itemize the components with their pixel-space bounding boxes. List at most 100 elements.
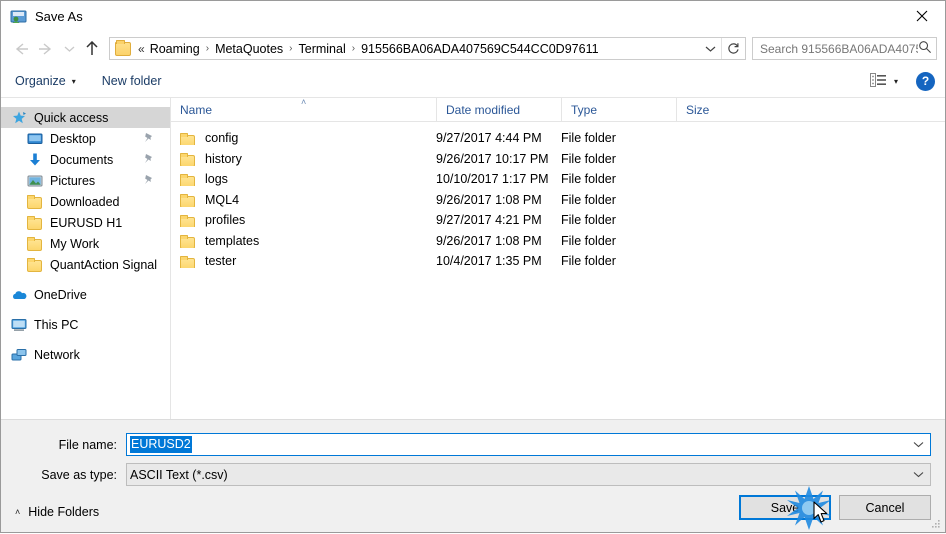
change-view-button[interactable]: ▾ xyxy=(869,72,898,90)
breadcrumb-separator[interactable]: › xyxy=(349,43,358,54)
file-name-label: logs xyxy=(205,172,228,187)
resize-grip[interactable] xyxy=(930,518,942,530)
sidebar-item-label: OneDrive xyxy=(34,287,87,302)
file-name-input[interactable]: EURUSD2 xyxy=(126,433,931,456)
breadcrumb-item-terminal-id[interactable]: 915566BA06ADA407569C544CC0D97611 xyxy=(358,42,601,56)
table-row[interactable]: templates 9/26/2017 1:08 PM File folder xyxy=(171,231,945,252)
file-type-cell: File folder xyxy=(561,131,616,146)
table-row[interactable]: profiles 9/27/2017 4:21 PM File folder xyxy=(171,210,945,231)
quick-access-star-icon xyxy=(11,110,27,126)
sidebar-item-label: Pictures xyxy=(50,173,96,188)
file-list-pane: Name Date modified Type Size ˄ config 9/… xyxy=(171,97,945,419)
save-as-type-label: Save as type: xyxy=(41,467,117,482)
file-type-cell: File folder xyxy=(561,233,616,248)
file-name-cell: history xyxy=(171,152,436,166)
sidebar-item-desktop[interactable]: Desktop xyxy=(1,128,170,149)
navigation-pane: Quick access Desktop Documents Pictures … xyxy=(1,98,171,419)
onedrive-cloud-icon xyxy=(11,287,27,303)
hide-folders-button[interactable]: ˄ Hide Folders xyxy=(15,505,99,519)
organize-label: Organize xyxy=(15,74,66,88)
organize-button[interactable]: Organize ▾ xyxy=(15,74,76,88)
sidebar-item-my-work[interactable]: My Work xyxy=(1,233,170,254)
back-arrow-icon[interactable] xyxy=(7,37,33,61)
save-button[interactable]: Save xyxy=(739,495,831,520)
table-row[interactable]: logs 10/10/2017 1:17 PM File folder xyxy=(171,169,945,190)
forward-arrow-icon[interactable] xyxy=(33,37,59,61)
chevron-down-icon[interactable] xyxy=(913,434,924,455)
file-name-label: tester xyxy=(205,254,237,269)
desktop-icon xyxy=(27,131,43,147)
sidebar-item-network[interactable]: Network xyxy=(1,344,170,365)
folder-icon xyxy=(27,194,43,210)
folder-icon xyxy=(180,193,196,207)
search-input[interactable]: Search 915566BA06ADA40756... xyxy=(760,42,918,56)
table-row[interactable]: history 9/26/2017 10:17 PM File folder xyxy=(171,149,945,170)
breadcrumb-separator[interactable]: › xyxy=(286,43,295,54)
chevron-down-icon[interactable] xyxy=(913,464,924,485)
file-type-cell: File folder xyxy=(561,172,616,187)
file-rows: config 9/27/2017 4:44 PM File folder his… xyxy=(171,122,945,272)
sidebar-item-label: Documents xyxy=(50,152,114,167)
table-row[interactable]: config 9/27/2017 4:44 PM File folder xyxy=(171,128,945,149)
close-button[interactable] xyxy=(899,1,945,31)
breadcrumb-item-metaquotes[interactable]: MetaQuotes xyxy=(212,42,286,56)
file-name-row: File name: EURUSD2 xyxy=(15,432,931,457)
title-bar: Save As xyxy=(1,1,945,32)
sort-ascending-icon: ˄ xyxy=(301,97,307,107)
sidebar-item-quick-access[interactable]: Quick access xyxy=(1,107,170,128)
sidebar-item-this-pc[interactable]: This PC xyxy=(1,314,170,335)
table-row[interactable]: MQL4 9/26/2017 1:08 PM File folder xyxy=(171,190,945,211)
save-as-type-select[interactable]: ASCII Text (*.csv) xyxy=(126,463,931,486)
sidebar-item-downloaded[interactable]: Downloaded xyxy=(1,191,170,212)
chevron-down-icon[interactable] xyxy=(699,38,721,59)
table-row[interactable]: tester 10/4/2017 1:35 PM File folder xyxy=(171,251,945,272)
folder-icon xyxy=(27,215,43,231)
refresh-icon[interactable] xyxy=(721,38,745,59)
address-bar[interactable]: « Roaming › MetaQuotes › Terminal › 9155… xyxy=(109,37,746,60)
file-name-cell: MQL4 xyxy=(171,193,436,207)
sidebar-item-eurusd-h1[interactable]: EURUSD H1 xyxy=(1,212,170,233)
file-name-label: profiles xyxy=(205,213,246,228)
column-header-size[interactable]: Size xyxy=(676,97,756,122)
sidebar-item-label: Network xyxy=(34,347,80,362)
sidebar-item-documents[interactable]: Documents xyxy=(1,149,170,170)
pin-icon[interactable] xyxy=(143,153,154,165)
file-name-label: templates xyxy=(205,233,260,248)
folder-icon xyxy=(180,173,196,187)
up-arrow-icon[interactable] xyxy=(79,37,105,61)
column-headers: Name Date modified Type Size ˄ xyxy=(171,97,945,122)
file-name-cell: logs xyxy=(171,172,436,187)
sidebar-item-label: QuantAction Signal xyxy=(50,257,158,272)
recent-locations-chevron-icon[interactable] xyxy=(59,37,79,61)
pin-icon[interactable] xyxy=(143,174,154,186)
sidebar-item-quantaction-signal[interactable]: QuantAction Signal xyxy=(1,254,170,275)
chevron-up-icon: ˄ xyxy=(15,507,21,517)
address-folder-icon xyxy=(115,39,131,56)
sidebar-item-label: EURUSD H1 xyxy=(50,215,123,230)
sidebar-item-label: This PC xyxy=(34,317,79,332)
breadcrumb-overflow[interactable]: « xyxy=(136,42,147,56)
breadcrumb-item-terminal[interactable]: Terminal xyxy=(296,42,349,56)
cancel-button[interactable]: Cancel xyxy=(839,495,931,520)
folder-icon xyxy=(180,214,196,228)
breadcrumb-separator[interactable]: › xyxy=(203,43,212,54)
view-layout-icon xyxy=(869,72,887,90)
search-icon[interactable] xyxy=(918,40,932,57)
chevron-down-icon: ▾ xyxy=(893,76,898,86)
pin-icon[interactable] xyxy=(143,132,154,144)
help-button[interactable]: ? xyxy=(916,71,935,91)
column-header-type[interactable]: Type xyxy=(561,97,676,122)
column-header-date-modified[interactable]: Date modified xyxy=(436,97,561,122)
sidebar-item-label: My Work xyxy=(50,236,100,251)
file-type-row: Save as type: ASCII Text (*.csv) xyxy=(15,462,931,487)
folder-icon xyxy=(180,255,196,269)
sidebar-item-onedrive[interactable]: OneDrive xyxy=(1,284,170,305)
file-date-cell: 9/27/2017 4:21 PM xyxy=(436,213,542,228)
new-folder-button[interactable]: New folder xyxy=(102,74,162,88)
breadcrumb-item-roaming[interactable]: Roaming xyxy=(147,42,203,56)
sidebar-item-pictures[interactable]: Pictures xyxy=(1,170,170,191)
folder-icon xyxy=(180,152,196,166)
search-box[interactable]: Search 915566BA06ADA40756... xyxy=(752,37,937,60)
file-type-cell: File folder xyxy=(561,192,616,207)
file-name-label: history xyxy=(205,151,242,166)
